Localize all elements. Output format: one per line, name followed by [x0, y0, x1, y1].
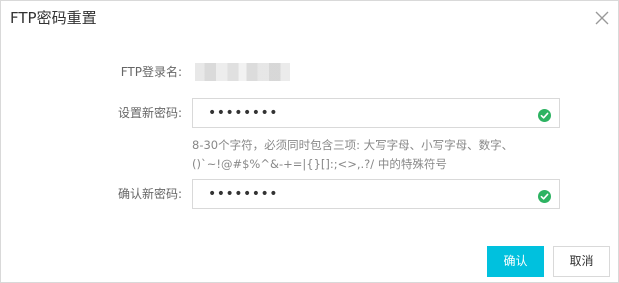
password-rule-hint: 8-30个字符，必须同时包含三项: 大写字母、小写字母、数字、 ()`~!@#$… [192, 136, 572, 174]
new-password-value: •••••••• [208, 105, 279, 121]
ftp-login-value-masked [195, 63, 290, 81]
confirm-button[interactable]: 确认 [487, 246, 544, 277]
new-password-input[interactable]: •••••••• [192, 98, 560, 128]
confirm-password-input[interactable]: •••••••• [192, 179, 560, 209]
hint-line-1: 8-30个字符，必须同时包含三项: 大写字母、小写字母、数字、 [192, 138, 514, 152]
confirm-password-value: •••••••• [208, 186, 279, 202]
close-icon[interactable] [593, 9, 611, 27]
dialog-header: FTP密码重置 [1, 1, 618, 37]
hint-line-2: ()`~!@#$%^&-+=|{}[]:;<>,.?/ 中的特殊符号 [192, 157, 447, 171]
check-circle-icon [538, 188, 551, 203]
new-password-label: 设置新密码: [117, 106, 182, 120]
confirm-password-label: 确认新密码: [117, 187, 182, 201]
ftp-login-label: FTP登录名: [120, 65, 182, 79]
check-circle-icon [538, 107, 551, 122]
dialog-title: FTP密码重置 [10, 9, 97, 27]
ftp-password-reset-dialog: FTP密码重置 FTP登录名: 设置新密码: •••••••• 8-30个字符，… [0, 0, 619, 283]
cancel-button[interactable]: 取消 [553, 246, 610, 277]
